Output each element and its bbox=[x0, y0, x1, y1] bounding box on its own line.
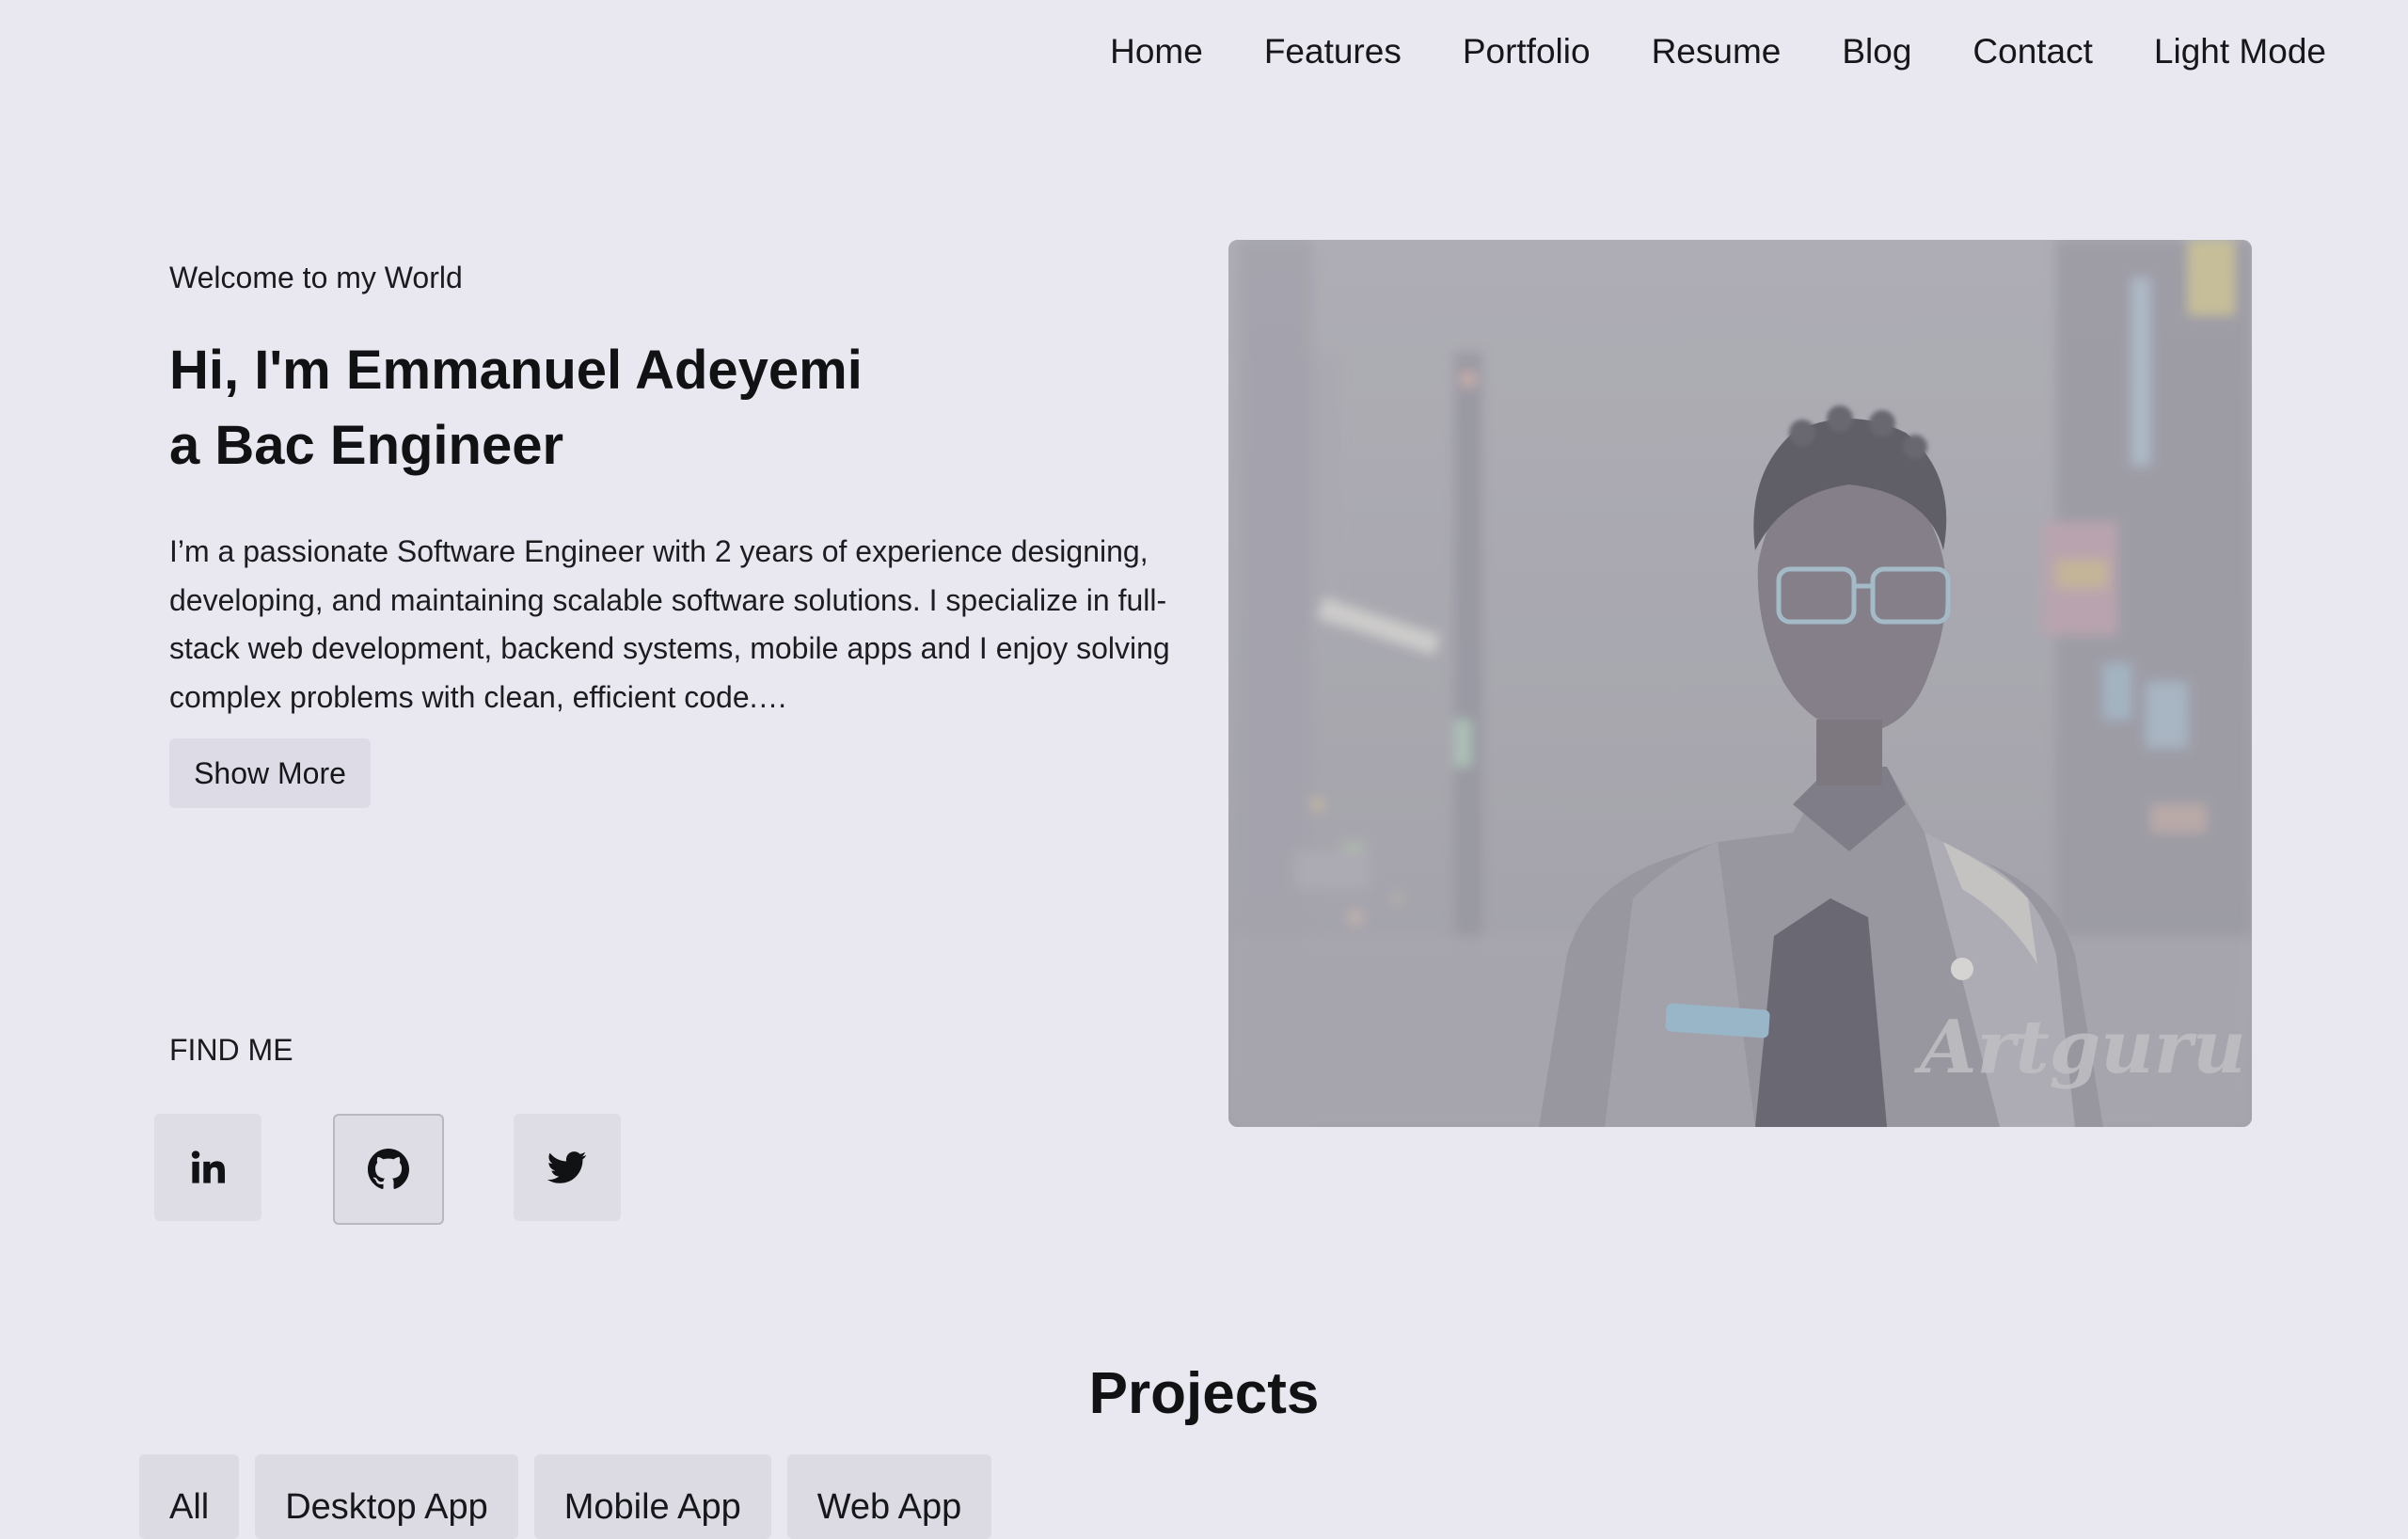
project-filter-tabs: All Desktop App Mobile App Web App bbox=[139, 1454, 992, 1539]
headline-name: Hi, I'm Emmanuel Adeyemi bbox=[169, 340, 863, 401]
watermark-text: Artguru bbox=[1913, 1005, 2246, 1090]
twitter-icon bbox=[547, 1151, 587, 1183]
show-more-button[interactable]: Show More bbox=[169, 738, 371, 808]
hero-bio: I’m a passionate Software Engineer with … bbox=[169, 534, 1170, 714]
linkedin-link[interactable] bbox=[154, 1114, 261, 1221]
profile-portrait-image: Artguru bbox=[1228, 240, 2252, 1127]
find-me-label: FIND ME bbox=[169, 1033, 293, 1067]
filter-desktop-app[interactable]: Desktop App bbox=[255, 1454, 518, 1539]
nav-home[interactable]: Home bbox=[1110, 32, 1203, 71]
nav-resume[interactable]: Resume bbox=[1652, 32, 1782, 71]
filter-mobile-app[interactable]: Mobile App bbox=[533, 1454, 771, 1539]
nav-contact[interactable]: Contact bbox=[1972, 32, 2093, 71]
github-icon bbox=[368, 1149, 409, 1189]
filter-web-app[interactable]: Web App bbox=[786, 1454, 992, 1539]
linkedin-icon bbox=[191, 1150, 226, 1183]
top-nav: Home Features Portfolio Resume Blog Cont… bbox=[1110, 32, 2326, 71]
nav-features[interactable]: Features bbox=[1264, 32, 1402, 71]
hero-headline: Hi, I'm Emmanuel Adeyemi a Bac Engineer bbox=[169, 333, 863, 484]
filter-all[interactable]: All bbox=[139, 1454, 240, 1539]
projects-heading: Projects bbox=[1088, 1361, 1320, 1426]
nav-blog[interactable]: Blog bbox=[1842, 32, 1911, 71]
theme-toggle[interactable]: Light Mode bbox=[2154, 32, 2326, 71]
twitter-link[interactable] bbox=[514, 1114, 621, 1221]
nav-portfolio[interactable]: Portfolio bbox=[1463, 32, 1591, 71]
github-link[interactable] bbox=[333, 1114, 444, 1225]
portrait-illustration: Artguru bbox=[1228, 240, 2252, 1127]
welcome-text: Welcome to my World bbox=[169, 261, 463, 294]
headline-role: a Bac Engineer bbox=[169, 415, 564, 476]
